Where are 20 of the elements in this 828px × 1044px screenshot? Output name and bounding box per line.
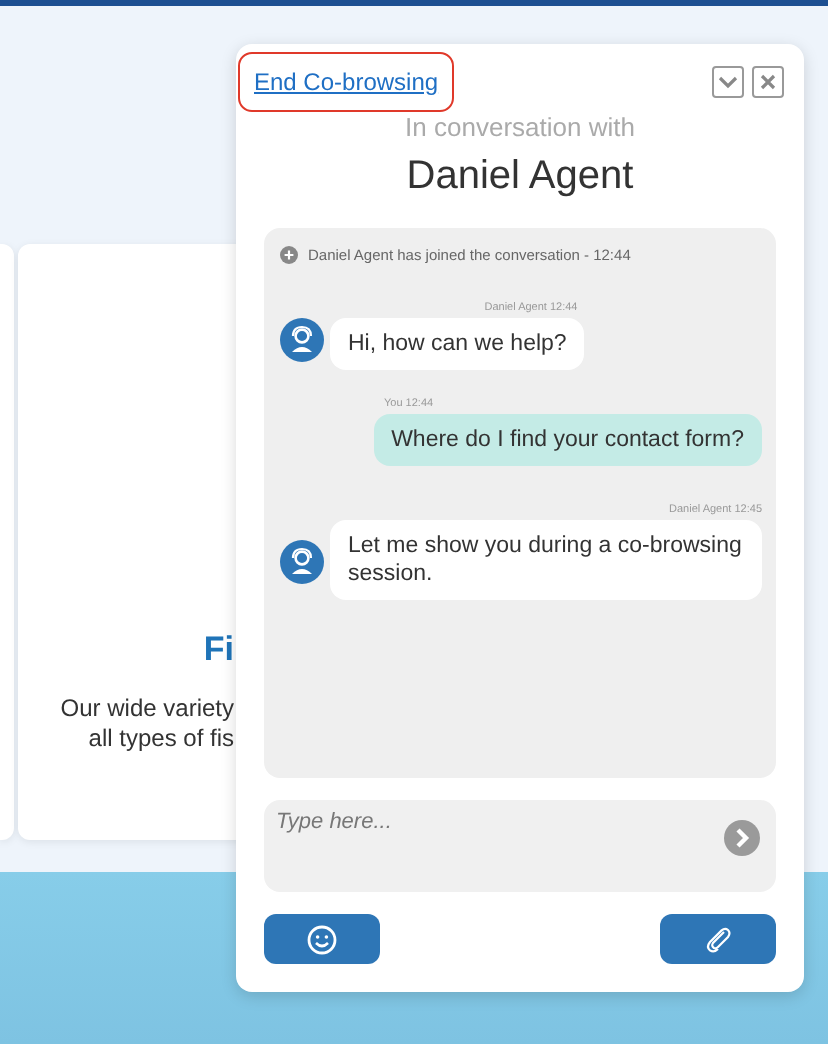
minimize-button[interactable]	[712, 66, 744, 98]
user-message: Where do I find your contact form?	[373, 414, 762, 466]
plus-icon	[280, 246, 298, 264]
end-cobrowsing-link[interactable]: End Co-browsing	[238, 52, 455, 112]
emoji-button[interactable]	[264, 914, 380, 964]
agent-avatar-icon	[280, 540, 324, 584]
send-icon[interactable]	[724, 820, 760, 856]
agent-message: Hi, how can we help?	[330, 318, 585, 370]
attach-button[interactable]	[660, 914, 776, 964]
agent-message: Let me show you during a co-browsing session.	[330, 520, 762, 600]
paperclip-icon	[702, 923, 734, 955]
message-field[interactable]: Type here...	[264, 800, 776, 892]
smiley-icon	[306, 923, 338, 955]
agent-name: Daniel Agent	[404, 154, 636, 200]
close-button[interactable]	[752, 66, 784, 98]
agent-avatar-icon	[280, 318, 324, 362]
card-text: Our wide variety all types of fis	[60, 694, 234, 754]
close-icon	[756, 70, 780, 94]
card-title: Fi	[203, 630, 234, 670]
conversation-subtitle: In conversation with	[403, 112, 637, 142]
